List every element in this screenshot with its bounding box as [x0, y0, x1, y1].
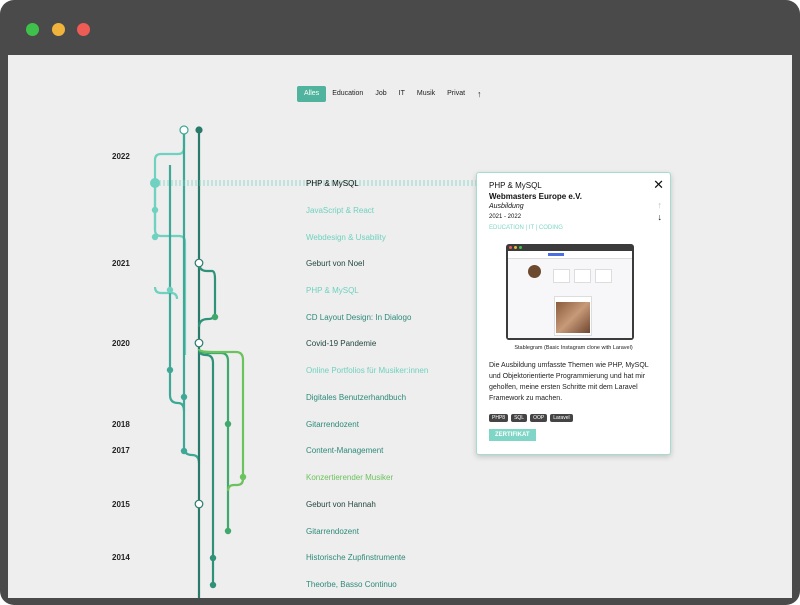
- timeline-node: [209, 581, 217, 589]
- year-label: 2014: [112, 553, 130, 562]
- timeline-node: [239, 473, 247, 481]
- timeline-node-selected: [150, 178, 160, 188]
- timeline-entry[interactable]: Geburt von Noel: [306, 259, 364, 268]
- timeline-node: [211, 313, 219, 321]
- detail-type: Ausbildung: [489, 203, 524, 210]
- year-label: 2022: [112, 152, 130, 161]
- screenshot-post-image: [556, 302, 590, 333]
- screenshot-dot: [509, 246, 512, 249]
- timeline-entry[interactable]: Webdesign & Usability: [306, 233, 386, 242]
- screenshot-stat-box: [574, 269, 591, 283]
- tag-badge: SQL: [511, 414, 528, 422]
- timeline-entry[interactable]: Historische Zupfinstrumente: [306, 553, 406, 562]
- timeline-entry[interactable]: Konzertierender Musiker: [306, 473, 393, 482]
- timeline-entry[interactable]: Gitarrendozent: [306, 527, 359, 536]
- close-icon[interactable]: ✕: [653, 178, 664, 191]
- timeline-entry[interactable]: Theorbe, Basso Continuo: [306, 580, 397, 589]
- timeline-node: [166, 366, 174, 374]
- timeline-node-start-dark: [195, 126, 203, 134]
- timeline-graph: [150, 125, 476, 598]
- timeline-entry[interactable]: CD Layout Design: In Dialogo: [306, 313, 411, 322]
- page-content: Alles Education Job IT Musik Privat ↑ 20…: [8, 55, 792, 598]
- detail-card: PHP & MySQL Webmasters Europe e.V. Ausbi…: [476, 172, 671, 455]
- detail-years: 2021 - 2022: [489, 214, 522, 220]
- screenshot-post-card: [554, 296, 592, 336]
- timeline-node: [224, 527, 232, 535]
- timeline-entry[interactable]: Covid-19 Pandemie: [306, 339, 376, 348]
- arrow-down-icon[interactable]: ↓: [658, 212, 663, 222]
- timeline-node: [166, 286, 174, 294]
- detail-organization: Webmasters Europe e.V.: [489, 192, 582, 201]
- screenshot-button: [548, 253, 564, 256]
- timeline-entry[interactable]: Content-Management: [306, 446, 383, 455]
- timeline-entry[interactable]: PHP & MySQL: [306, 286, 359, 295]
- timeline-node: [180, 447, 188, 455]
- screenshot-avatar: [528, 265, 541, 278]
- timeline-node: [151, 206, 159, 214]
- browser-window: Alles Education Job IT Musik Privat ↑ 20…: [0, 0, 800, 605]
- timeline-entry[interactable]: Online Portfolios für Musiker:innen: [306, 366, 428, 375]
- timeline-node-life-event: [194, 258, 204, 268]
- screenshot-dot: [519, 246, 522, 249]
- screenshot-content: [508, 251, 632, 338]
- timeline-node: [224, 420, 232, 428]
- year-label: 2015: [112, 500, 130, 509]
- project-screenshot[interactable]: [506, 244, 634, 340]
- timeline-node: [151, 233, 159, 241]
- timeline-entry[interactable]: JavaScript & React: [306, 206, 374, 215]
- timeline-entry[interactable]: Gitarrendozent: [306, 420, 359, 429]
- window-red-button[interactable]: [77, 23, 90, 36]
- screenshot-navbar: [508, 251, 632, 259]
- timeline-entry-selected[interactable]: PHP & MySQL: [306, 179, 359, 188]
- year-label: 2021: [112, 259, 130, 268]
- window-yellow-button[interactable]: [52, 23, 65, 36]
- timeline-node-start: [179, 125, 189, 135]
- timeline-node: [180, 393, 188, 401]
- timeline-node: [209, 554, 217, 562]
- timeline-entry[interactable]: Digitales Benutzerhandbuch: [306, 393, 406, 402]
- timeline-node-life-event: [194, 338, 204, 348]
- year-label: 2017: [112, 446, 130, 455]
- screenshot-dot: [514, 246, 517, 249]
- image-caption: Stablegram (Basic Instagram clone with L…: [514, 345, 633, 351]
- tag-badge: PHP8: [489, 414, 509, 422]
- tag-list: PHP8 SQL OOP Laravel: [489, 414, 573, 422]
- tag-badge: Laravel: [550, 414, 573, 422]
- detail-title: PHP & MySQL: [489, 181, 542, 190]
- tag-badge: OOP: [530, 414, 548, 422]
- year-label: 2018: [112, 420, 130, 429]
- window-green-button[interactable]: [26, 23, 39, 36]
- detail-description: Die Ausbildung umfasste Themen wie PHP, …: [489, 362, 649, 402]
- year-label: 2020: [112, 339, 130, 348]
- timeline-node-life-event: [194, 499, 204, 509]
- detail-categories: EDUCATION | IT | CODING: [489, 225, 563, 231]
- screenshot-stat-box: [553, 269, 570, 283]
- timeline-branch-teal: [182, 130, 201, 464]
- screenshot-stat-box: [595, 269, 612, 283]
- arrow-up-icon[interactable]: ↑: [658, 200, 663, 210]
- timeline-entry[interactable]: Geburt von Hannah: [306, 500, 376, 509]
- certificate-button[interactable]: ZERTIFIKAT: [489, 429, 536, 441]
